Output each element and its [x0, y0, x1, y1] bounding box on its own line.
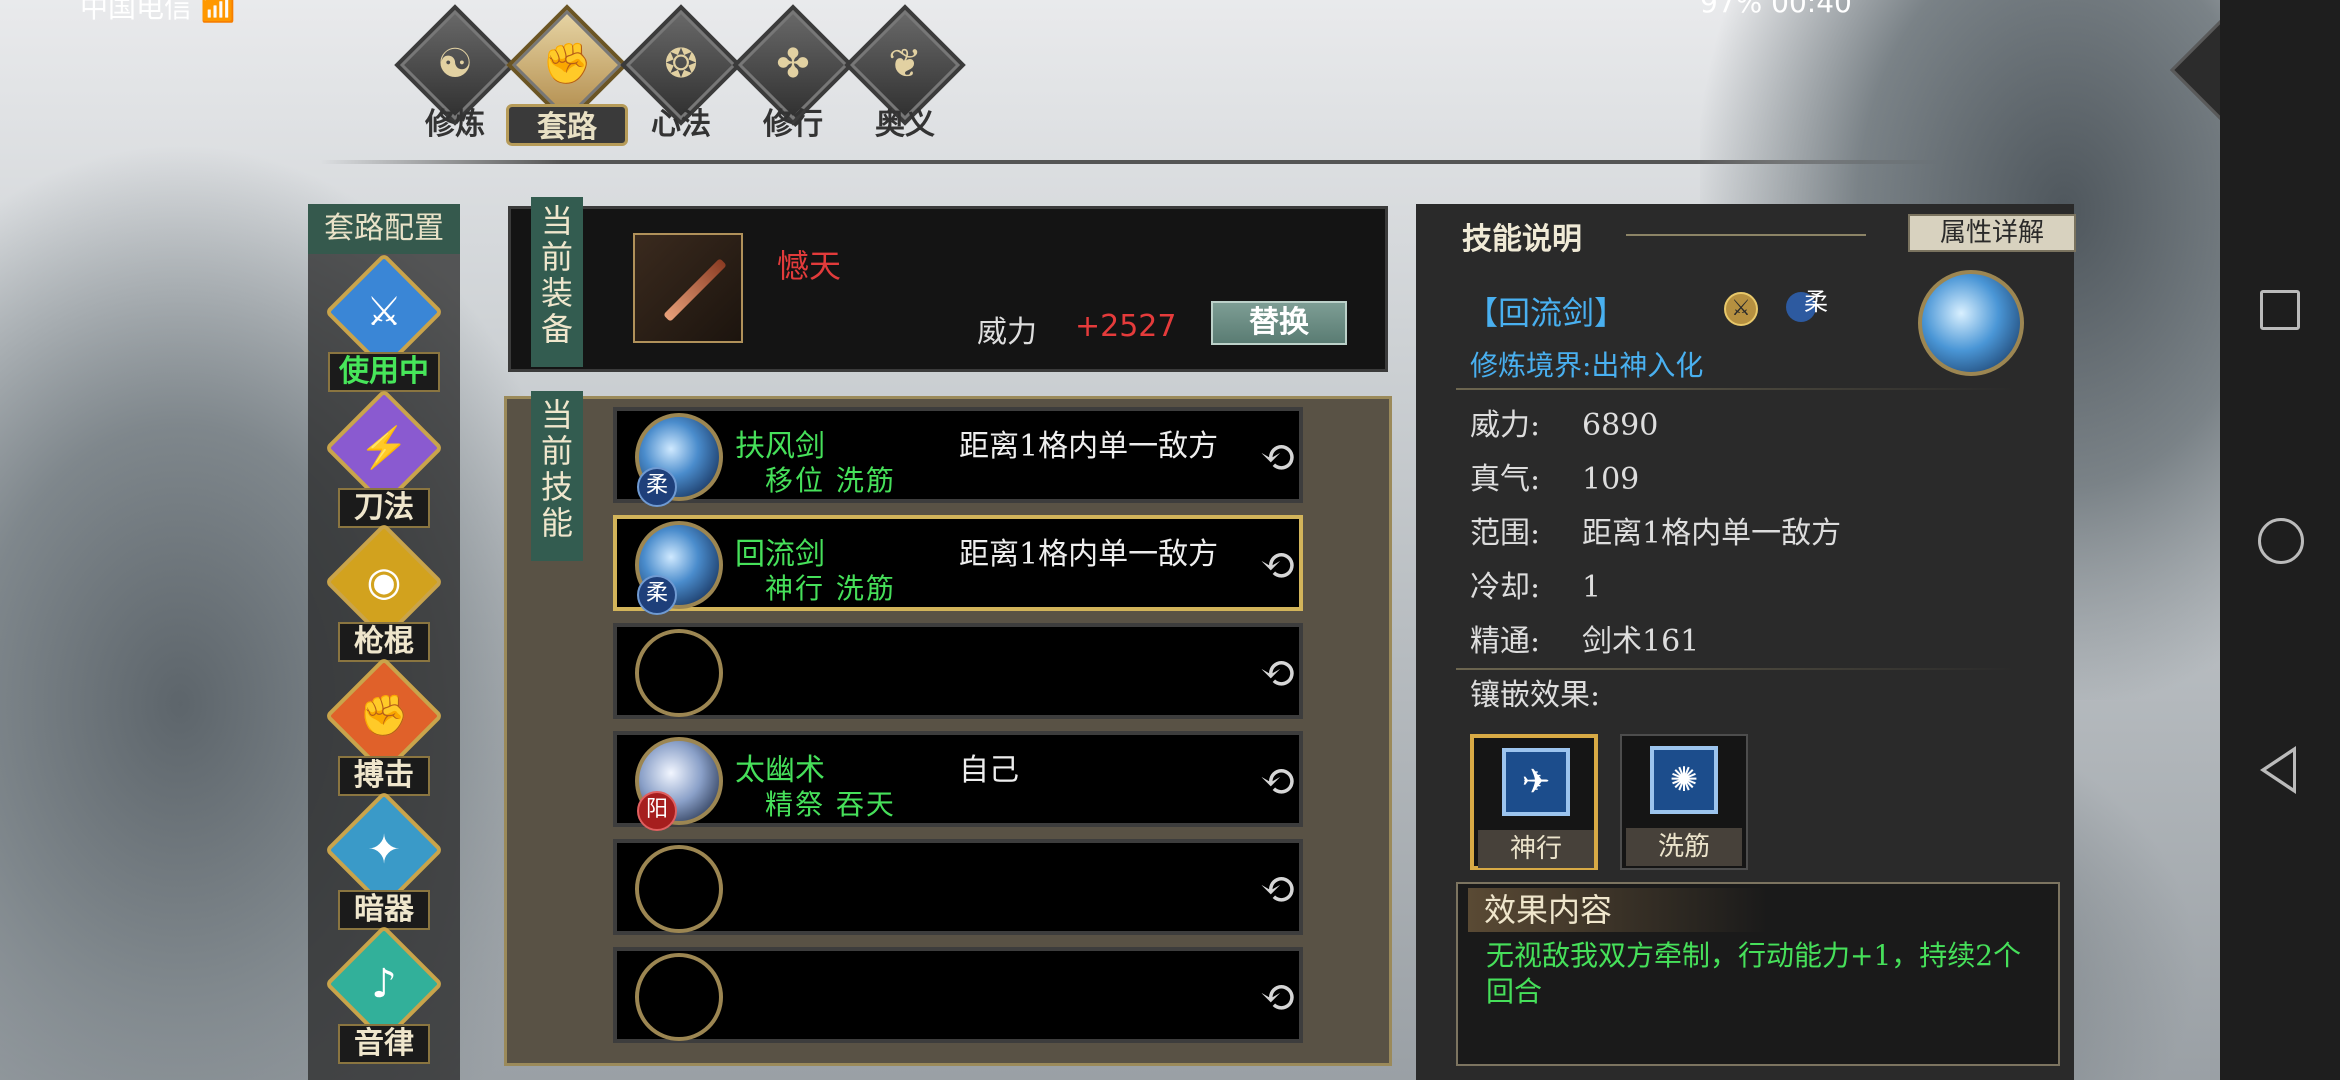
sidebar-item-label: 使用中	[328, 352, 440, 392]
equipped-weapon-slot[interactable]	[633, 233, 743, 343]
swap-icon[interactable]: ⟲	[1253, 865, 1303, 915]
skill-tags: 移位 洗筋	[765, 464, 896, 497]
swap-icon[interactable]: ⟲	[1253, 757, 1303, 807]
back-button[interactable]	[2260, 746, 2296, 794]
tab-label: 奥义	[875, 107, 935, 142]
attribute-badge: 柔	[637, 467, 677, 507]
skill-slot-2[interactable]: 柔 回流剑 神行 洗筋 距离1格内单一敌方 ⟲	[613, 515, 1303, 615]
routine-sidebar: 套路配置 ⚔ 使用中 ⚡ 刀法 ◉ 枪棍 ✊ 搏击 ✦ 暗器 ♪ 音律	[308, 204, 460, 1080]
inlay-label: 神行	[1478, 830, 1594, 868]
sword-type-icon: ⚔	[1724, 292, 1758, 326]
sidebar-item-fist[interactable]: ✊ 搏击	[320, 656, 448, 798]
blade-icon: ⚡	[359, 425, 409, 471]
stat-power: 威力: 6890	[1470, 408, 1659, 443]
empty-skill-slot	[635, 629, 723, 717]
fist-icon: ✊	[359, 693, 409, 739]
power-label: 威力	[977, 315, 1037, 350]
attribute-details-button[interactable]: 属性详解	[1908, 214, 2076, 252]
sidebar-item-label: 枪棍	[338, 622, 430, 662]
sidebar-item-label: 搏击	[338, 756, 430, 796]
dart-icon: ✦	[367, 827, 401, 873]
top-tab-bar: ☯ 修炼 ✊ 套路 ❂ 心法 ✤ 修行 ❦ 奥义	[380, 4, 1220, 152]
cultivation-realm: 修炼境界:出神入化	[1470, 349, 1704, 382]
empty-skill-slot	[635, 953, 723, 1041]
attribute-badge: 柔	[637, 575, 677, 615]
system-nav-bar	[2220, 0, 2340, 1080]
swap-icon[interactable]: ⟲	[1253, 433, 1303, 483]
divider	[1456, 388, 2016, 390]
current-skills-panel: 当前技能 柔 扶风剑 移位 洗筋 距离1格内单一敌方 ⟲ 柔 回流剑 神行 洗筋…	[504, 391, 1392, 1066]
sidebar-item-spear[interactable]: ◉ 枪棍	[320, 522, 448, 664]
sword-icon	[663, 258, 727, 322]
recent-apps-button[interactable]	[2260, 290, 2300, 330]
sidebar-item-music[interactable]: ♪ 音律	[320, 924, 448, 1066]
sidebar-title: 套路配置	[308, 204, 460, 254]
skill-range: 自己	[959, 753, 1019, 788]
status-battery-time: 97% 00:40	[1700, 0, 1852, 19]
sidebar-item-label: 暗器	[338, 890, 430, 930]
effect-text: 无视敌我双方牵制，行动能力+1，持续2个回合	[1486, 939, 2022, 1008]
spear-icon: ◉	[366, 559, 402, 605]
current-equipment-panel: 当前装备 憾天 威力 +2527 替换	[508, 197, 1388, 372]
fist-icon: ✊	[542, 41, 592, 87]
effect-content-box: 效果内容 无视敌我双方牵制，行动能力+1，持续2个回合	[1456, 882, 2060, 1066]
sidebar-item-label: 刀法	[338, 488, 430, 528]
skill-slot-4[interactable]: 阳 太幽术 精祭 吞天 自己 ⟲	[613, 731, 1303, 831]
skill-portrait	[1918, 270, 2024, 376]
skill-slot-3[interactable]: ⟲	[613, 623, 1303, 719]
skills-tag: 当前技能	[531, 391, 583, 561]
stat-cooldown: 冷却: 1	[1470, 570, 1602, 605]
tab-divider	[320, 160, 1940, 164]
inlay-slot-shenxing[interactable]: ✈ 神行	[1470, 734, 1598, 870]
stat-range: 范围: 距离1格内单一敌方	[1470, 516, 1842, 551]
sidebar-item-in-use[interactable]: ⚔ 使用中	[320, 252, 448, 394]
skill-tags: 精祭 吞天	[765, 788, 896, 821]
status-carrier: 中国电信 📶	[80, 0, 236, 24]
skill-slot-5[interactable]: ⟲	[613, 839, 1303, 935]
taiji-icon: ☯	[437, 41, 473, 87]
skill-slot-1[interactable]: 柔 扶风剑 移位 洗筋 距离1格内单一敌方 ⟲	[613, 407, 1303, 507]
swirl-icon: ✺	[1650, 746, 1718, 814]
sidebar-item-hidden-weapon[interactable]: ✦ 暗器	[320, 790, 448, 932]
skill-range: 距离1格内单一敌方	[959, 429, 1219, 464]
empty-skill-slot	[635, 845, 723, 933]
home-button[interactable]	[2258, 518, 2304, 564]
swap-icon[interactable]: ⟲	[1253, 649, 1303, 699]
skill-info-panel: 技能说明 属性详解 【回流剑】 ⚔ 柔 修炼境界:出神入化 威力: 6890 真气…	[1416, 204, 2076, 1080]
skill-range: 距离1格内单一敌方	[959, 537, 1219, 572]
title-divider	[1626, 234, 1866, 236]
replace-button[interactable]: 替换	[1211, 301, 1347, 345]
swap-icon[interactable]: ⟲	[1253, 541, 1303, 591]
stat-mastery: 精通: 剑术161	[1470, 624, 1700, 659]
skill-slot-6[interactable]: ⟲	[613, 947, 1303, 1043]
sidebar-item-blade[interactable]: ⚡ 刀法	[320, 388, 448, 530]
sidebar-item-label: 音律	[338, 1024, 430, 1064]
boot-icon: ✈	[1502, 748, 1570, 816]
sword-icon: ⚔	[366, 289, 402, 335]
equipment-tag: 当前装备	[531, 197, 583, 367]
panel-title: 技能说明	[1462, 222, 1582, 257]
skill-name: 【回流剑】	[1466, 294, 1627, 332]
flame-icon: ❦	[888, 41, 922, 87]
swirl-icon: ❂	[664, 41, 698, 87]
attribute-badge: 阳	[637, 791, 677, 831]
tab-aoyi[interactable]: ❦ 奥义	[830, 4, 980, 152]
music-icon: ♪	[371, 961, 397, 1007]
soft-attribute-icon: 柔	[1786, 288, 1830, 322]
effect-title: 效果内容	[1468, 888, 1768, 932]
power-value: +2527	[1075, 309, 1177, 344]
scroll-icon: ✤	[776, 41, 810, 87]
inlay-effects-label: 镶嵌效果:	[1470, 678, 1601, 713]
skill-tags: 神行 洗筋	[765, 572, 896, 605]
weapon-name: 憾天	[777, 247, 842, 285]
inlay-label: 洗筋	[1626, 828, 1742, 866]
stat-qi: 真气: 109	[1470, 462, 1640, 497]
swap-icon[interactable]: ⟲	[1253, 973, 1303, 1023]
inlay-slot-xijin[interactable]: ✺ 洗筋	[1620, 734, 1748, 870]
